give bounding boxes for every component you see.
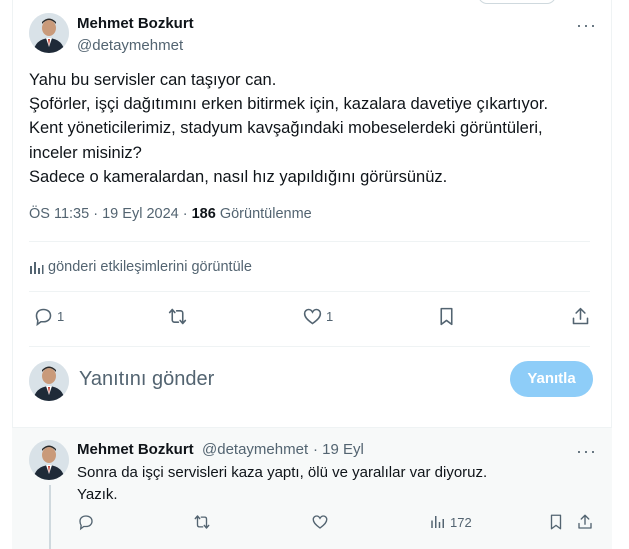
bookmark-icon xyxy=(550,514,562,530)
compose-avatar[interactable] xyxy=(29,361,69,401)
reply-text: Sonra da işçi servisleri kaza yaptı, ölü… xyxy=(77,462,487,506)
reply-share-action[interactable] xyxy=(576,513,594,531)
avatar-image xyxy=(29,13,69,53)
avatar-image xyxy=(29,361,69,401)
tweet-action-bar: 1 1 xyxy=(33,306,591,332)
bookmark-icon xyxy=(440,307,453,326)
share-icon xyxy=(572,307,589,325)
divider xyxy=(29,291,590,292)
views-count: 186 xyxy=(191,206,216,222)
reply-views-count: 172 xyxy=(450,514,472,530)
retweet-icon xyxy=(194,515,210,529)
tweet-line: inceler misiniz? xyxy=(29,143,142,162)
author-name[interactable]: Mehmet Bozkurt xyxy=(77,15,194,32)
author-handle[interactable]: @detaymehmet xyxy=(77,37,183,54)
divider xyxy=(29,241,590,242)
views-label: Görüntülenme xyxy=(219,206,312,222)
reply-input[interactable]: Yanıtını gönder xyxy=(79,368,214,391)
post-engagements-link[interactable]: gönderi etkileşimlerini görüntüle xyxy=(29,259,252,275)
divider xyxy=(29,346,590,347)
tweet-meta: ÖS 11:35 · 19 Eyl 2024 · 186 Görüntülenm… xyxy=(29,206,312,222)
retweet-action[interactable] xyxy=(167,306,188,327)
reply-icon xyxy=(79,515,93,531)
reply-button[interactable]: Yanıtla xyxy=(510,361,593,397)
reply-author-name[interactable]: Mehmet Bozkurt xyxy=(77,441,194,458)
share-action[interactable] xyxy=(570,306,591,327)
top-pill-button[interactable] xyxy=(478,0,556,4)
heart-icon xyxy=(303,308,322,325)
reply-author-handle[interactable]: @detaymehmet xyxy=(202,441,308,458)
reply-avatar[interactable] xyxy=(29,440,69,480)
reply-line: Sonra da işçi servisleri kaza yaptı, ölü… xyxy=(77,464,488,481)
reply-action-bar: 172 xyxy=(77,513,597,537)
avatar-image xyxy=(29,440,69,480)
reply-icon xyxy=(35,308,52,327)
more-options-icon[interactable]: ··· xyxy=(576,16,597,34)
reply-retweet-action[interactable] xyxy=(193,513,211,531)
reply-action[interactable]: 1 xyxy=(33,306,64,327)
meta-dot: · xyxy=(182,206,188,222)
engagements-label: gönderi etkileşimlerini görüntüle xyxy=(48,259,252,275)
analytics-icon xyxy=(30,261,44,274)
reply-bookmark-action[interactable] xyxy=(547,513,565,531)
reply-line: Yazık. xyxy=(77,486,118,503)
bookmark-action[interactable] xyxy=(436,306,457,327)
like-count: 1 xyxy=(326,309,334,324)
share-icon xyxy=(578,514,592,529)
tweet-text: Yahu bu servisler can taşıyor can. Şoför… xyxy=(29,68,589,189)
thread-line xyxy=(49,485,51,549)
reply-more-options-icon[interactable]: ··· xyxy=(576,442,597,460)
analytics-icon xyxy=(431,516,444,528)
tweet-date[interactable]: 19 Eyl 2024 xyxy=(102,206,179,222)
reply-reply-action[interactable] xyxy=(77,513,95,531)
tweet-line: Sadece o kameralardan, nasıl hız yapıldı… xyxy=(29,167,448,186)
reply-count: 1 xyxy=(57,309,65,324)
tweet-line: Kent yöneticilerimiz, stadyum kavşağında… xyxy=(29,119,543,138)
heart-icon xyxy=(312,515,328,529)
retweet-icon xyxy=(168,308,187,325)
tweet-line: Yahu bu servisler can taşıyor can. xyxy=(29,71,277,89)
like-action[interactable]: 1 xyxy=(302,306,333,327)
reply-views-action[interactable]: 172 xyxy=(429,513,472,531)
tweet-line: Şoförler, işçi dağıtımını erken bitirmek… xyxy=(29,95,549,114)
meta-dot: · xyxy=(93,206,99,222)
tweet-time[interactable]: ÖS 11:35 xyxy=(29,206,89,222)
reply-like-action[interactable] xyxy=(311,513,329,531)
avatar[interactable] xyxy=(29,13,69,53)
reply-date[interactable]: · 19 Eyl xyxy=(313,441,364,458)
